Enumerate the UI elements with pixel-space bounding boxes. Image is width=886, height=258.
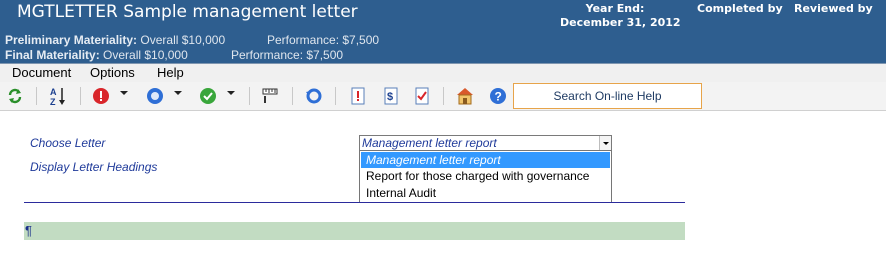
checkmark-icon bbox=[200, 88, 216, 104]
paragraph-mark: ¶ bbox=[25, 223, 32, 238]
menu-options[interactable]: Options bbox=[90, 65, 135, 80]
menu-document[interactable]: Document bbox=[12, 65, 71, 80]
year-end-date: December 31, 2012 bbox=[560, 16, 681, 29]
toolbar-separator bbox=[335, 87, 336, 105]
svg-text:?: ? bbox=[495, 90, 502, 104]
exclamation-icon bbox=[93, 88, 109, 104]
ruler-button[interactable] bbox=[260, 86, 280, 106]
menu-bar: Document Options Help bbox=[0, 63, 886, 83]
final-materiality-row: Final Materiality: Overall $10,000 Perfo… bbox=[5, 48, 343, 62]
completed-by-label: Completed by bbox=[697, 2, 783, 15]
circle-blue-icon bbox=[147, 88, 163, 104]
toolbar-separator bbox=[249, 87, 250, 105]
exclamation-button[interactable] bbox=[91, 86, 111, 106]
check-doc-icon bbox=[415, 87, 429, 105]
check-dropdown-caret[interactable] bbox=[227, 91, 235, 95]
refresh-icon bbox=[8, 88, 22, 104]
choose-letter-label: Choose Letter bbox=[30, 136, 106, 150]
final-materiality-label: Final Materiality: bbox=[5, 48, 100, 62]
document-title: MGTLETTER Sample management letter bbox=[17, 2, 358, 22]
toolbar-separator bbox=[36, 87, 37, 105]
letter-dropdown-list: Management letter report Report for thos… bbox=[359, 150, 612, 203]
toolbar-separator bbox=[80, 87, 81, 105]
svg-text:A: A bbox=[50, 87, 57, 97]
final-performance: Performance: $7,500 bbox=[231, 48, 344, 62]
preliminary-overall: Overall $10,000 bbox=[140, 33, 226, 47]
dropdown-option-internal-audit[interactable]: Internal Audit bbox=[361, 185, 610, 201]
dropdown-option-management-letter[interactable]: Management letter report bbox=[361, 152, 610, 168]
search-online-help-button[interactable]: Search On-line Help bbox=[513, 83, 702, 109]
preliminary-materiality-label: Preliminary Materiality: bbox=[5, 33, 138, 47]
cycle-button[interactable] bbox=[304, 86, 324, 106]
toolbar: A Z $ ? Search On-line Help bbox=[0, 82, 886, 111]
display-letter-headings-label: Display Letter Headings bbox=[30, 160, 158, 174]
reviewed-by-label: Reviewed by bbox=[794, 2, 873, 15]
toolbar-separator bbox=[292, 87, 293, 105]
menu-help[interactable]: Help bbox=[157, 65, 184, 80]
check-button[interactable] bbox=[198, 86, 218, 106]
year-end-block: Year End: December 31, 2012 bbox=[560, 2, 681, 30]
dollar-doc-button[interactable]: $ bbox=[381, 86, 401, 106]
circle-button[interactable] bbox=[145, 86, 165, 106]
alert-doc-icon bbox=[351, 87, 365, 105]
preliminary-performance: Performance: $7,500 bbox=[267, 33, 380, 47]
check-doc-button[interactable] bbox=[412, 86, 432, 106]
home-icon bbox=[457, 88, 473, 105]
combobox-value: Management letter report bbox=[362, 136, 497, 150]
dollar-doc-icon: $ bbox=[384, 87, 398, 105]
cycle-icon bbox=[306, 88, 322, 104]
help-icon: ? bbox=[490, 88, 506, 104]
sort-button[interactable]: A Z bbox=[48, 86, 68, 106]
divider-line bbox=[24, 202, 685, 203]
choose-letter-combobox[interactable]: Management letter report bbox=[359, 135, 612, 151]
alert-doc-button[interactable] bbox=[348, 86, 368, 106]
svg-text:$: $ bbox=[387, 91, 393, 103]
paragraph-row[interactable]: ¶ bbox=[24, 222, 685, 240]
toolbar-separator bbox=[443, 87, 444, 105]
preliminary-materiality-row: Preliminary Materiality: Overall $10,000… bbox=[5, 33, 379, 47]
help-button[interactable]: ? bbox=[488, 86, 508, 106]
refresh-button[interactable] bbox=[5, 86, 25, 106]
exclamation-dropdown-caret[interactable] bbox=[120, 91, 128, 95]
dropdown-option-governance-report[interactable]: Report for those charged with governance bbox=[361, 168, 610, 184]
final-overall: Overall $10,000 bbox=[103, 48, 188, 62]
chevron-down-icon bbox=[602, 141, 609, 145]
svg-text:Z: Z bbox=[50, 97, 56, 106]
home-button[interactable] bbox=[455, 86, 475, 106]
ruler-icon bbox=[262, 88, 278, 103]
combobox-dropdown-button[interactable] bbox=[599, 136, 611, 150]
sort-az-icon: A Z bbox=[50, 87, 65, 106]
document-header: MGTLETTER Sample management letter Year … bbox=[0, 0, 886, 63]
circle-dropdown-caret[interactable] bbox=[174, 91, 182, 95]
year-end-label: Year End: bbox=[585, 2, 645, 15]
